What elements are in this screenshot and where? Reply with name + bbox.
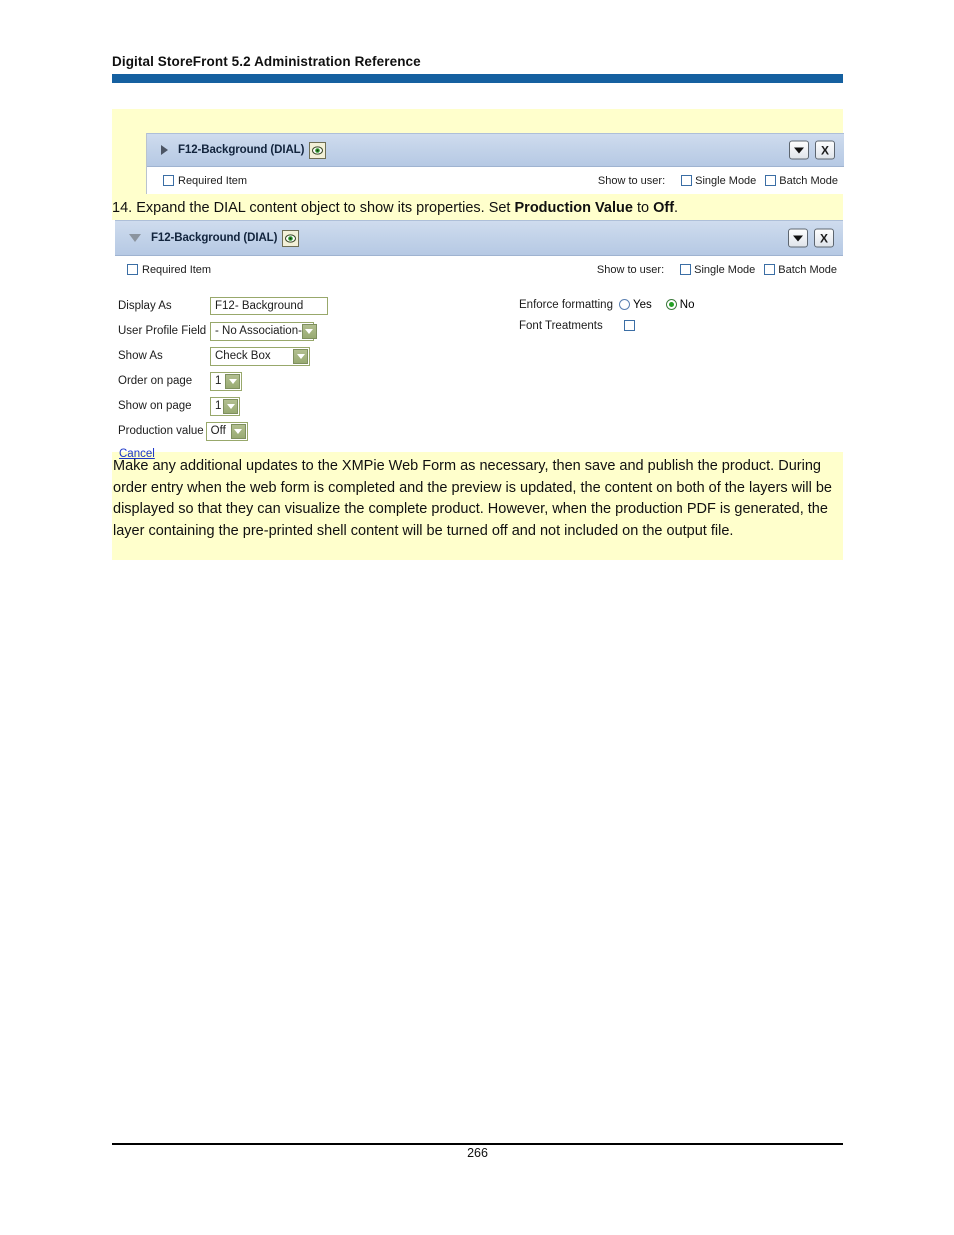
form-right-column: Enforce formatting Yes No Font Treatment — [519, 294, 708, 336]
order-on-page-value: 1 — [215, 375, 222, 387]
panel-close-button-expanded[interactable]: X — [814, 228, 834, 248]
batch-mode-label-collapsed: Batch Mode — [779, 174, 838, 187]
panel-buttons-expanded: X — [788, 228, 834, 248]
required-item-checkbox-collapsed[interactable] — [163, 175, 174, 186]
production-value-label: Production value — [118, 425, 204, 437]
production-value-row: Production value Off — [118, 419, 328, 443]
single-mode-checkbox-collapsed[interactable] — [681, 175, 693, 186]
chevron-down-icon — [293, 348, 308, 364]
chevron-down-icon — [793, 235, 803, 241]
batch-mode-item-collapsed[interactable]: Batch Mode — [765, 175, 838, 187]
eye-icon[interactable] — [282, 229, 300, 247]
font-treatments-row: Font Treatments — [519, 315, 708, 336]
show-as-label: Show As — [118, 350, 163, 362]
single-mode-label-expanded: Single Mode — [694, 263, 756, 276]
show-as-select[interactable]: Check Box — [210, 346, 310, 366]
show-to-user-label-expanded: Show to user: — [596, 263, 665, 276]
dial-panel-collapsed: F12-Background (DIAL) X Required Item Sh… — [146, 133, 844, 194]
order-on-page-label: Order on page — [118, 375, 193, 387]
step-number: 14. — [112, 200, 133, 216]
font-treatments-checkbox[interactable] — [624, 320, 635, 331]
chevron-down-icon — [230, 423, 246, 439]
step-text-before: Expand the DIAL content object to show i… — [136, 200, 511, 216]
panel-titlebar-collapsed[interactable]: F12-Background (DIAL) X — [147, 133, 844, 167]
production-value-select[interactable]: Off — [205, 421, 248, 441]
step-14-text: 14. Expand the DIAL content object to sh… — [112, 198, 843, 218]
order-on-page-select[interactable]: 1 — [210, 371, 242, 391]
step-text-middle: to — [636, 200, 650, 216]
document-page: Digital StoreFront 5.2 Administration Re… — [0, 0, 954, 1235]
show-to-user-group-expanded: Show to user: Single Mode Batch Mode — [597, 264, 837, 276]
required-item-label-expanded: Required Item — [142, 263, 212, 276]
show-on-page-row: Show on page 1 — [118, 394, 328, 418]
order-on-page-row: Order on page 1 — [118, 369, 328, 393]
panel-title-expanded: F12-Background (DIAL) — [151, 232, 278, 244]
required-item-row-collapsed: Required Item Show to user: Single Mode … — [147, 167, 844, 194]
running-header: Digital StoreFront 5.2 Administration Re… — [112, 54, 844, 69]
batch-mode-item-expanded[interactable]: Batch Mode — [764, 264, 837, 276]
closing-paragraph: Make any additional updates to the XMPie… — [113, 458, 832, 539]
panel-menu-button-expanded[interactable] — [788, 228, 808, 248]
step-bold-off: Off — [653, 200, 675, 216]
user-profile-field-value: - No Association- — [215, 325, 302, 337]
enforce-yes-label: Yes — [633, 298, 652, 311]
single-mode-checkbox-expanded[interactable] — [680, 264, 692, 275]
show-on-page-label: Show on page — [118, 400, 192, 412]
close-icon: X — [819, 231, 828, 245]
footer-rule — [112, 1143, 843, 1145]
show-as-row: Show As Check Box — [118, 344, 328, 368]
production-value-value: Off — [210, 425, 226, 437]
batch-mode-checkbox-expanded[interactable] — [764, 264, 776, 275]
show-to-user-label-collapsed: Show to user: — [597, 174, 666, 187]
dial-panel-expanded: F12-Background (DIAL) X Required Item Sh… — [115, 220, 843, 460]
enforce-yes-item[interactable]: Yes — [619, 299, 652, 311]
panel-title-collapsed: F12-Background (DIAL) — [178, 144, 305, 156]
user-profile-field-label: User Profile Field — [118, 325, 207, 337]
enforce-no-radio[interactable] — [665, 299, 677, 310]
chevron-down-icon — [223, 398, 238, 414]
display-as-input[interactable]: F12- Background — [210, 297, 328, 315]
batch-mode-label-expanded: Batch Mode — [778, 263, 837, 276]
font-treatments-label: Font Treatments — [519, 319, 603, 332]
single-mode-label-collapsed: Single Mode — [695, 174, 757, 187]
close-icon: X — [820, 143, 829, 157]
panel-menu-button-collapsed[interactable] — [789, 140, 809, 160]
page-number: 266 — [467, 1146, 488, 1160]
enforce-formatting-row: Enforce formatting Yes No — [519, 294, 708, 315]
step-bold-production-value: Production Value — [514, 200, 633, 216]
panel-titlebar-expanded[interactable]: F12-Background (DIAL) X — [115, 220, 843, 256]
required-item-label-collapsed: Required Item — [178, 174, 248, 187]
chevron-down-icon — [301, 323, 317, 339]
batch-mode-checkbox-collapsed[interactable] — [765, 175, 777, 186]
user-profile-field-select[interactable]: - No Association- — [210, 321, 317, 341]
show-on-page-value: 1 — [215, 400, 222, 412]
triangle-right-icon[interactable] — [161, 145, 168, 155]
required-item-row-expanded: Required Item Show to user: Single Mode … — [115, 256, 843, 283]
running-header-title: Digital StoreFront 5.2 Administration Re… — [112, 54, 421, 69]
enforce-no-item[interactable]: No — [665, 298, 695, 311]
enforce-no-label: No — [679, 298, 695, 311]
display-as-row: Display As F12- Background — [118, 294, 328, 318]
user-profile-field-row: User Profile Field - No Association- — [118, 319, 328, 343]
display-as-label: Display As — [118, 300, 172, 312]
triangle-down-icon[interactable] — [129, 234, 141, 242]
header-rule — [112, 74, 843, 83]
property-form: Display As F12- Background User Profile … — [115, 283, 843, 460]
panel-close-button-collapsed[interactable]: X — [815, 140, 835, 160]
panel-buttons-collapsed: X — [789, 140, 835, 160]
show-as-value: Check Box — [215, 350, 271, 362]
single-mode-item-collapsed[interactable]: Single Mode — [681, 175, 756, 187]
enforce-formatting-radios: Yes No — [619, 299, 708, 311]
enforce-yes-radio[interactable] — [619, 299, 630, 310]
single-mode-item-expanded[interactable]: Single Mode — [680, 264, 755, 276]
form-left-column: Display As F12- Background User Profile … — [118, 294, 328, 462]
chevron-down-icon — [794, 147, 804, 153]
step-text-after: . — [674, 200, 679, 216]
show-on-page-select[interactable]: 1 — [210, 396, 240, 416]
eye-icon[interactable] — [309, 141, 327, 159]
chevron-down-icon — [225, 373, 240, 389]
enforce-formatting-label: Enforce formatting — [519, 298, 613, 311]
show-to-user-group-collapsed: Show to user: Single Mode Batch Mode — [598, 175, 838, 187]
required-item-checkbox-expanded[interactable] — [127, 264, 138, 275]
